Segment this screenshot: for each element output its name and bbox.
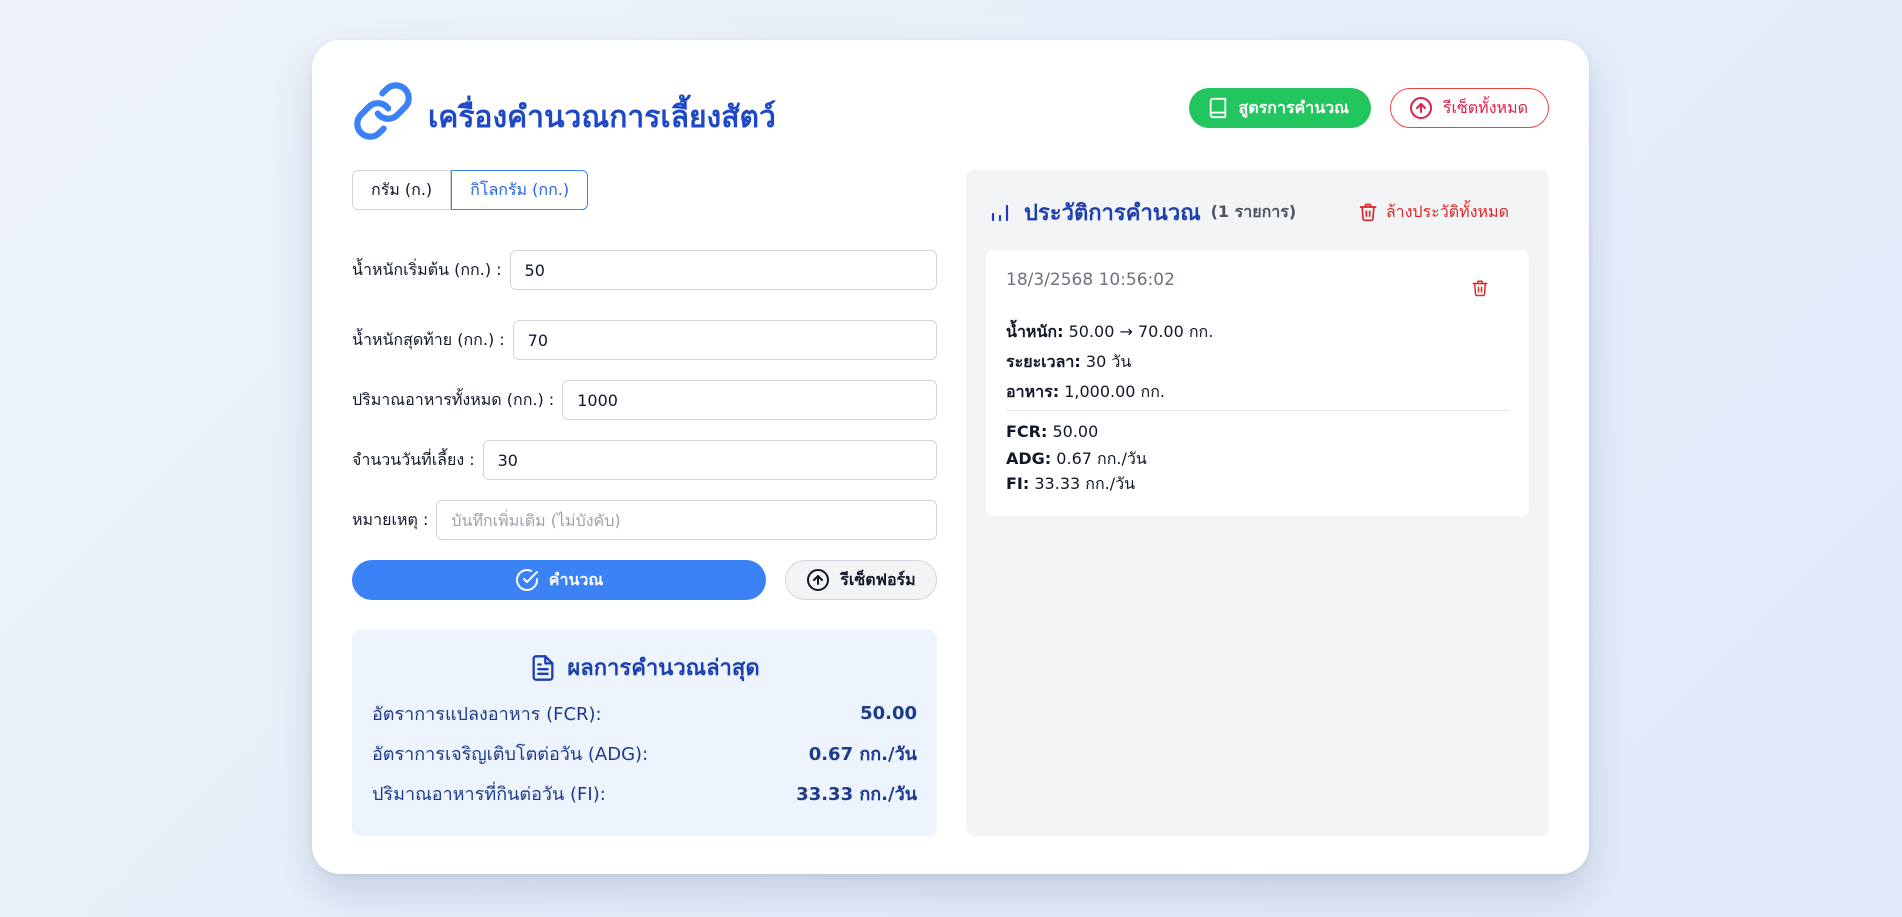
bar-chart-icon bbox=[988, 200, 1012, 224]
initial-weight-input[interactable] bbox=[509, 250, 937, 290]
days-label: จำนวนวันที่เลี้ยง : bbox=[352, 449, 475, 469]
note-label: หมายเหตุ : bbox=[352, 509, 429, 529]
history-adg-value: 0.67 กก./วัน bbox=[1056, 449, 1147, 468]
days-row: จำนวนวันที่เลี้ยง : bbox=[352, 440, 937, 480]
trash-icon[interactable] bbox=[1471, 278, 1489, 298]
latest-result-panel: ผลการคำนวณล่าสุด อัตราการแปลงอาหาร (FCR)… bbox=[352, 630, 937, 836]
history-count: (1 รายการ) bbox=[1210, 201, 1297, 221]
page-title: เครื่องคำนวณการเลี้ยงสัตว์ bbox=[428, 100, 776, 135]
history-timestamp: 18/3/2568 10:56:02 bbox=[1006, 270, 1175, 290]
formula-button[interactable]: สูตรการคำนวณ bbox=[1188, 88, 1371, 128]
clear-history-button[interactable]: ล้างประวัติทั้งหมด bbox=[1358, 200, 1509, 225]
header: เครื่องคำนวณการเลี้ยงสัตว์ สูตรการคำนวณ … bbox=[352, 80, 1549, 150]
book-icon bbox=[1207, 97, 1229, 119]
initial-weight-label: น้ำหนักเริ่มต้น (กก.) : bbox=[352, 259, 502, 279]
result-value: 0.67 กก./วัน bbox=[808, 743, 917, 765]
history-adg: ADG: 0.67 กก./วัน bbox=[1006, 447, 1147, 472]
history-feed-value: 1,000.00 กก. bbox=[1064, 382, 1166, 401]
history-fi: FI: 33.33 กก./วัน bbox=[1006, 472, 1135, 497]
result-row-adg: อัตราการเจริญเติบโตต่อวัน (ADG): 0.67 กก… bbox=[372, 738, 917, 768]
note-row: หมายเหตุ : bbox=[352, 500, 937, 540]
note-input[interactable] bbox=[436, 500, 937, 540]
result-row-fi: ปริมาณอาหารที่กินต่อวัน (FI): 33.33 กก./… bbox=[372, 778, 917, 808]
result-label: อัตราการเจริญเติบโตต่อวัน (ADG): bbox=[372, 743, 649, 765]
calculate-button-label: คำนวณ bbox=[548, 571, 604, 589]
history-fi-value: 33.33 กก./วัน bbox=[1034, 474, 1136, 493]
reset-all-button[interactable]: รีเซ็ตทั้งหมด bbox=[1389, 88, 1549, 128]
link-icon bbox=[352, 80, 414, 142]
final-weight-label: น้ำหนักสุดท้าย (กก.) : bbox=[352, 329, 505, 349]
trash-icon bbox=[1358, 201, 1378, 223]
history-entry: 18/3/2568 10:56:02 น้ำหนัก: 50.00 → 70.0… bbox=[986, 250, 1529, 516]
history-duration-value: 30 วัน bbox=[1085, 352, 1132, 371]
clear-history-label: ล้างประวัติทั้งหมด bbox=[1385, 201, 1509, 221]
reset-form-label: รีเซ็ตฟอร์ม bbox=[840, 571, 916, 589]
history-title: ประวัติการคำนวณ bbox=[1024, 200, 1201, 226]
arrow-up-circle-icon bbox=[1409, 96, 1433, 120]
history-fcr: FCR: 50.00 bbox=[1006, 422, 1098, 441]
history-panel: ประวัติการคำนวณ (1 รายการ) ล้างประวัติทั… bbox=[966, 170, 1549, 836]
history-weight-label: น้ำหนัก: bbox=[1006, 322, 1064, 341]
history-weight-value: 50.00 → 70.00 กก. bbox=[1068, 322, 1214, 341]
total-feed-label: ปริมาณอาหารทั้งหมด (กก.) : bbox=[352, 389, 555, 409]
reset-form-button[interactable]: รีเซ็ตฟอร์ม bbox=[785, 560, 937, 600]
history-adg-label: ADG: bbox=[1006, 449, 1052, 468]
latest-result-heading: ผลการคำนวณล่าสุด bbox=[352, 650, 937, 685]
document-icon bbox=[529, 654, 557, 682]
result-row-fcr: อัตราการแปลงอาหาร (FCR): 50.00 bbox=[372, 698, 917, 728]
history-weight: น้ำหนัก: 50.00 → 70.00 กก. bbox=[1006, 320, 1213, 345]
result-label: ปริมาณอาหารที่กินต่อวัน (FI): bbox=[372, 783, 606, 805]
formula-button-label: สูตรการคำนวณ bbox=[1238, 99, 1349, 117]
history-header: ประวัติการคำนวณ (1 รายการ) ล้างประวัติทั… bbox=[988, 192, 1527, 232]
check-circle-icon bbox=[515, 568, 539, 592]
reset-all-label: รีเซ็ตทั้งหมด bbox=[1442, 99, 1528, 117]
unit-toggle: กรัม (ก.) กิโลกรัม (กก.) bbox=[352, 170, 589, 210]
final-weight-row: น้ำหนักสุดท้าย (กก.) : bbox=[352, 320, 937, 360]
unit-gram-button[interactable]: กรัม (ก.) bbox=[352, 170, 452, 210]
history-feed-label: อาหาร: bbox=[1006, 382, 1060, 401]
result-value: 33.33 กก./วัน bbox=[796, 783, 917, 805]
history-feed: อาหาร: 1,000.00 กก. bbox=[1006, 380, 1165, 405]
final-weight-input[interactable] bbox=[512, 320, 937, 360]
days-input[interactable] bbox=[482, 440, 937, 480]
calculate-button[interactable]: คำนวณ bbox=[352, 560, 766, 600]
history-fcr-value: 50.00 bbox=[1052, 422, 1099, 441]
arrow-up-circle-icon bbox=[806, 568, 830, 592]
unit-kilogram-button[interactable]: กิโลกรัม (กก.) bbox=[451, 170, 589, 210]
history-duration: ระยะเวลา: 30 วัน bbox=[1006, 350, 1131, 375]
result-label: อัตราการแปลงอาหาร (FCR): bbox=[372, 703, 602, 725]
history-duration-label: ระยะเวลา: bbox=[1006, 352, 1081, 371]
latest-result-title: ผลการคำนวณล่าสุด bbox=[567, 656, 760, 681]
total-feed-input[interactable] bbox=[562, 380, 937, 420]
history-fi-label: FI: bbox=[1006, 474, 1030, 493]
total-feed-row: ปริมาณอาหารทั้งหมด (กก.) : bbox=[352, 380, 937, 420]
divider bbox=[1006, 410, 1509, 411]
result-value: 50.00 bbox=[860, 702, 917, 724]
history-fcr-label: FCR: bbox=[1006, 422, 1048, 441]
initial-weight-row: น้ำหนักเริ่มต้น (กก.) : bbox=[352, 250, 937, 290]
calculator-card: เครื่องคำนวณการเลี้ยงสัตว์ สูตรการคำนวณ … bbox=[312, 40, 1589, 874]
